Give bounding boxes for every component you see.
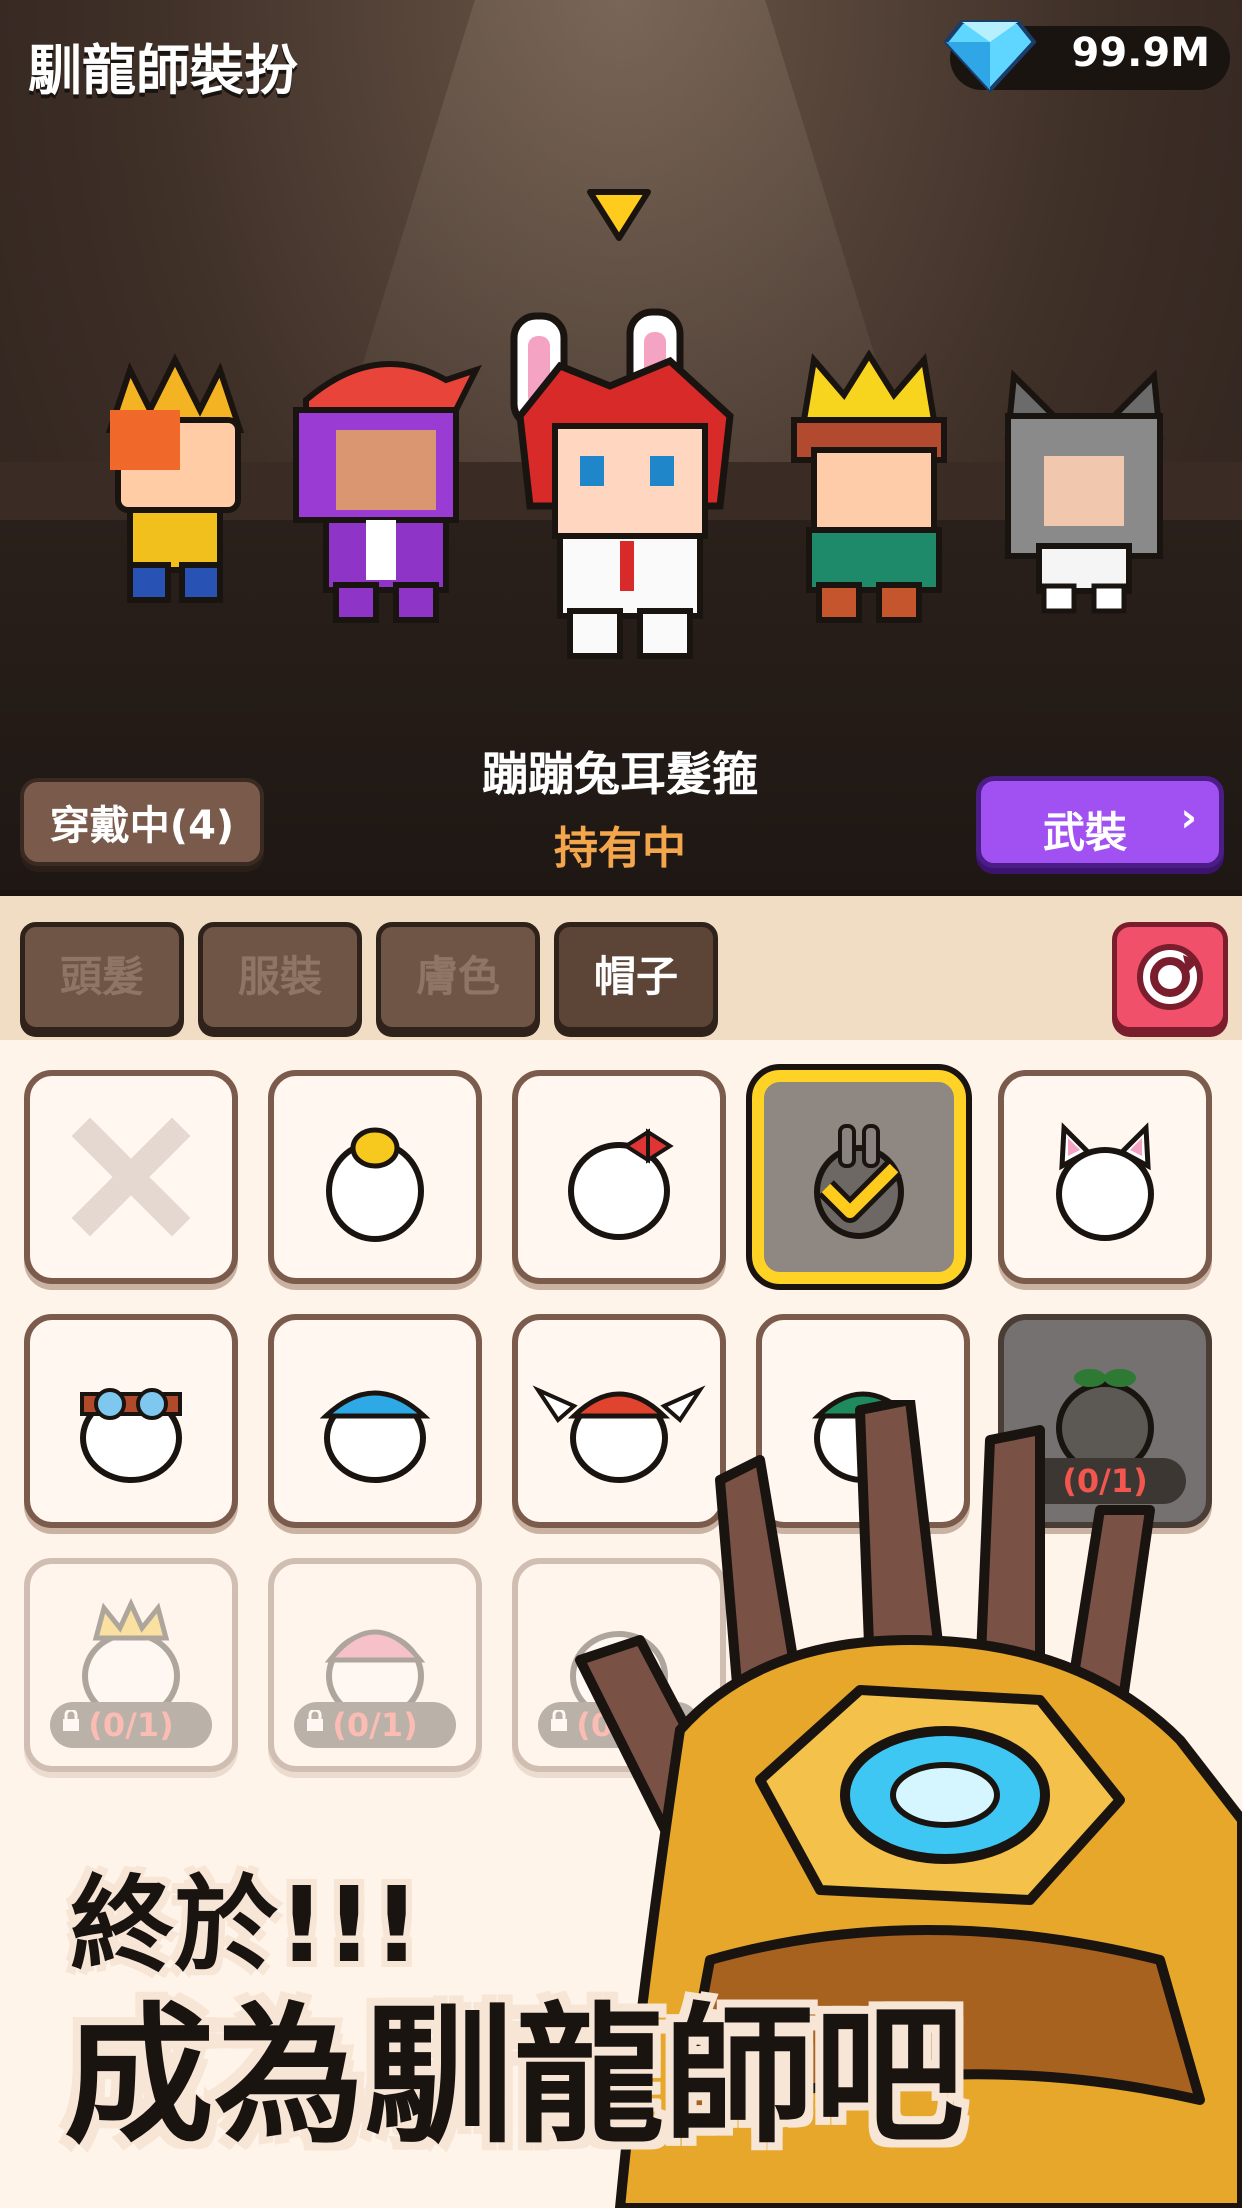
chevron-right-icon: › [1180, 795, 1197, 841]
page-title: 馴龍師裝扮 [28, 39, 298, 102]
character-preview-stage: 馴龍師裝扮 99.9M 蹦蹦兔耳髮箍 持有中 穿戴中(4) 武裝 › [0, 0, 1242, 890]
character-crown-orange[interactable] [90, 350, 260, 610]
item-chick-hat[interactable] [268, 1070, 482, 1284]
bow-hat-icon [568, 1128, 674, 1240]
wearing-button[interactable]: 穿戴中(4) [20, 778, 264, 866]
item-goggles-hat[interactable] [24, 1314, 238, 1528]
item-count: (0/1) [50, 1702, 212, 1748]
promo-line-2: 成為馴龍師吧 [64, 1990, 965, 2164]
character-purple-cap[interactable] [286, 340, 486, 630]
lock-icon [307, 1710, 323, 1731]
weapon-button[interactable]: 武裝 › [976, 776, 1224, 868]
lock-icon [63, 1710, 79, 1731]
x-icon [71, 1117, 191, 1237]
refresh-icon [1137, 944, 1203, 1010]
outfit-status: 持有中 [554, 823, 686, 874]
character-cat-ears[interactable] [994, 366, 1174, 616]
character-bunny-main[interactable] [500, 306, 750, 666]
selection-pointer-icon [587, 189, 651, 241]
item-crown-hat-locked[interactable]: (0/1) [24, 1558, 238, 1772]
weapon-button-label: 武裝 [1043, 808, 1128, 857]
character-gold-crown[interactable] [774, 350, 964, 630]
bunny-ears-icon [814, 1124, 904, 1239]
goggles-hat-icon [80, 1388, 182, 1483]
category-tab-bar: 頭髮 服裝 膚色 帽子 [0, 890, 1242, 1046]
item-count: (0/1) [294, 1702, 456, 1748]
outfit-name: 蹦蹦兔耳髮箍 [482, 747, 758, 801]
item-pink-hat-locked[interactable]: (0/1) [268, 1558, 482, 1772]
tab-hair[interactable]: 頭髮 [20, 922, 184, 1032]
cat-ears-icon [1056, 1122, 1154, 1241]
refresh-button[interactable] [1112, 922, 1228, 1032]
tab-hat[interactable]: 帽子 [554, 922, 718, 1032]
chick-hat-icon [326, 1127, 424, 1242]
item-bow-hat[interactable] [512, 1070, 726, 1284]
tab-skin[interactable]: 膚色 [376, 922, 540, 1032]
blue-cap-icon [319, 1390, 431, 1483]
item-bunny-ears[interactable] [752, 1070, 966, 1284]
tab-outfit[interactable]: 服裝 [198, 922, 362, 1032]
currency-value: 99.9M [1071, 30, 1211, 76]
item-cat-ears[interactable] [998, 1070, 1212, 1284]
item-none[interactable] [24, 1070, 238, 1284]
item-blue-cap[interactable] [268, 1314, 482, 1528]
